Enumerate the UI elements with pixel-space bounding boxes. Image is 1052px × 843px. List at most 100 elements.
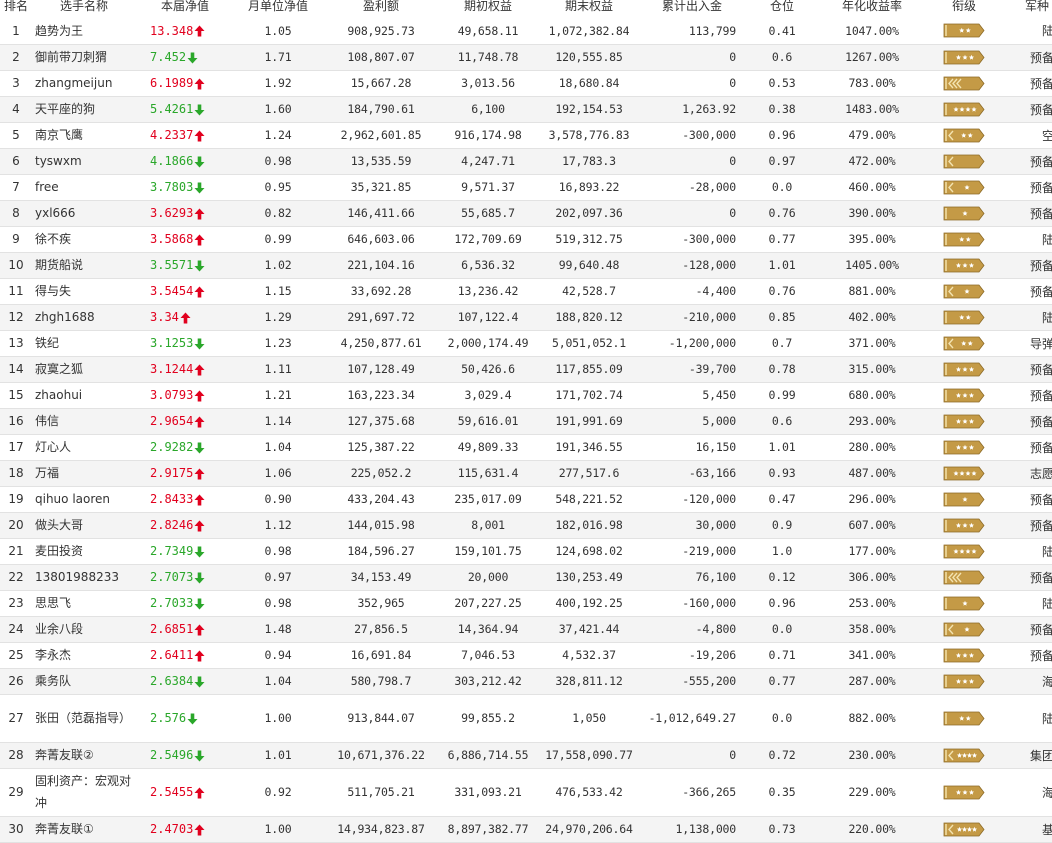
player-name[interactable]: 13801988233	[35, 570, 119, 584]
rank-cell: 2	[0, 44, 32, 71]
player-name[interactable]: 奔菁友联①	[35, 822, 94, 836]
table-row[interactable]: 19 qihuo laoren 2.8433 0.90 433,204.43 235,01…	[0, 486, 1052, 513]
table-row[interactable]: 9 徐不疾 3.5868 0.99 646,603.06 172,709.69 519,31…	[0, 226, 1052, 253]
table-row[interactable]: 25 李永杰 2.6411 0.94 16,691.84 7,046.53 4,532.37…	[0, 642, 1052, 669]
player-name[interactable]: 乘务队	[35, 674, 71, 688]
table-row[interactable]: 24 业余八段 2.6851 1.48 27,856.5 14,364.94 37,421.…	[0, 616, 1052, 643]
table-row[interactable]: 28 奔菁友联② 2.5496 1.01 10,671,376.22 6,886,714.…	[0, 742, 1052, 769]
rank-cell: 17	[0, 434, 32, 461]
end-equity-cell: 188,820.12	[536, 304, 642, 331]
rank-insignia-icon	[943, 466, 985, 480]
player-name[interactable]: 李永杰	[35, 648, 71, 662]
table-row[interactable]: 12 zhgh1688 3.34 1.29 291,697.72 107,122.4 188…	[0, 304, 1052, 331]
player-name[interactable]: 做头大哥	[35, 518, 83, 532]
player-name[interactable]: tyswxm	[35, 154, 82, 168]
table-row[interactable]: 15 zhaohui 3.0793 1.21 163,223.34 3,029.4 171,…	[0, 382, 1052, 409]
table-row[interactable]: 4 天平座的狗 5.4261 1.60 184,790.61 6,100 192,154.5…	[0, 96, 1052, 123]
table-row[interactable]: 22 13801988233 2.7073 0.97 34,153.49 20,000 13…	[0, 564, 1052, 591]
table-row[interactable]: 20 做头大哥 2.8246 1.12 144,015.98 8,001 182,016.9…	[0, 512, 1052, 539]
table-row[interactable]: 11 得与失 3.5454 1.15 33,692.28 13,236.42 42,528.…	[0, 278, 1052, 305]
table-row[interactable]: 7 free 3.7803 0.95 35,321.85 9,571.37 16,893.2…	[0, 174, 1052, 201]
rank-badge-cell	[922, 538, 1006, 565]
profit-cell: 27,856.5	[322, 616, 440, 643]
cash-flow-cell: -4,800	[642, 616, 742, 643]
player-name-cell: 业余八段	[32, 616, 136, 643]
header-rank[interactable]: 排名	[0, 0, 32, 18]
arrow-up-icon	[194, 25, 205, 37]
table-row[interactable]: 13 铁纪 3.1253 1.23 4,250,877.61 2,000,174.49 5,…	[0, 330, 1052, 357]
player-name[interactable]: 南京飞鹰	[35, 128, 83, 142]
player-name[interactable]: 伟信	[35, 414, 59, 428]
table-row[interactable]: 16 伟信 2.9654 1.14 127,375.68 59,616.01 191,991…	[0, 408, 1052, 435]
table-row[interactable]: 29 固利资产：宏观对冲 2.5455 0.92 511,705.21 331,093.2…	[0, 768, 1052, 817]
table-row[interactable]: 2 御前带刀刺猬 7.452 1.71 108,807.07 11,748.78 120,5…	[0, 44, 1052, 71]
player-name-cell: 思思飞	[32, 590, 136, 617]
player-name[interactable]: 寂寞之狐	[35, 362, 83, 376]
position-cell: 0.72	[742, 742, 822, 769]
player-name[interactable]: qihuo laoren	[35, 492, 110, 506]
player-name[interactable]: 御前带刀刺猬	[35, 50, 107, 64]
player-name[interactable]: 得与失	[35, 284, 71, 298]
player-name[interactable]: 铁纪	[35, 336, 59, 350]
player-name[interactable]: zhangmeijun	[35, 76, 112, 90]
start-equity-cell: 6,886,714.55	[440, 742, 536, 769]
player-name[interactable]: 徐不疾	[35, 232, 71, 246]
cash-flow-cell: 0	[642, 44, 742, 71]
arrow-up-icon	[194, 286, 205, 297]
start-equity-cell: 49,658.11	[440, 18, 536, 45]
table-row[interactable]: 1 趋势为王 13.348 1.05 908,925.73 49,658.11 1,072,…	[0, 18, 1052, 45]
net-value: 2.5455	[150, 785, 194, 799]
player-name[interactable]: 趋势为王	[35, 24, 83, 38]
table-row[interactable]: 30 奔菁友联① 2.4703 1.00 14,934,823.87 8,897,382.…	[0, 816, 1052, 843]
rank-insignia-icon	[943, 258, 985, 272]
cash-flow-cell: 5,450	[642, 382, 742, 409]
table-row[interactable]: 14 寂寞之狐 3.1244 1.11 107,128.49 50,426.6 117,85…	[0, 356, 1052, 383]
header-position[interactable]: 仓位	[742, 0, 822, 18]
header-end-equity[interactable]: 期末权益	[536, 0, 642, 18]
table-row[interactable]: 17 灯心人 2.9282 1.04 125,387.22 49,809.33 191,34…	[0, 434, 1052, 461]
net-value: 3.5868	[150, 232, 194, 246]
net-value: 2.8246	[150, 518, 194, 532]
table-row[interactable]: 26 乘务队 2.6384 1.04 580,798.7 303,212.42 328,81…	[0, 668, 1052, 695]
player-name[interactable]: 期货船说	[35, 258, 83, 272]
player-name[interactable]: 固利资产：宏观对冲	[35, 774, 131, 810]
annual-return-cell: 287.00%	[822, 668, 922, 695]
table-row[interactable]: 21 麦田投资 2.7349 0.98 184,596.27 159,101.75 124,…	[0, 538, 1052, 565]
rank-insignia-icon	[943, 388, 985, 402]
table-row[interactable]: 8 yxl666 3.6293 0.82 146,411.66 55,685.7 202,0…	[0, 200, 1052, 227]
player-name[interactable]: 业余八段	[35, 622, 83, 636]
player-name-cell: 铁纪	[32, 330, 136, 357]
player-name[interactable]: 思思飞	[35, 596, 71, 610]
table-row[interactable]: 10 期货船说 3.5571 1.02 221,104.16 6,536.32 99,640…	[0, 252, 1052, 279]
header-annual-return[interactable]: 年化收益率	[822, 0, 922, 18]
player-name[interactable]: 万福	[35, 466, 59, 480]
header-monthly-net[interactable]: 月单位净值	[234, 0, 322, 18]
table-row[interactable]: 27 张田（范磊指导） 2.576 1.00 913,844.07 99,855.2 1,0…	[0, 694, 1052, 743]
player-name[interactable]: 张田（范磊指导）	[35, 711, 131, 725]
profit-cell: 127,375.68	[322, 408, 440, 435]
player-name[interactable]: 麦田投资	[35, 544, 83, 558]
player-name[interactable]: 灯心人	[35, 440, 71, 454]
table-row[interactable]: 23 思思飞 2.7033 0.98 352,965 207,227.25 400,192.…	[0, 590, 1052, 617]
header-start-equity[interactable]: 期初权益	[440, 0, 536, 18]
monthly-net-cell: 1.21	[234, 382, 322, 409]
table-row[interactable]: 3 zhangmeijun 6.1989 1.92 15,667.28 3,013.56 1…	[0, 70, 1052, 97]
cash-flow-cell: -63,166	[642, 460, 742, 487]
header-cash-flow[interactable]: 累计出入金	[642, 0, 742, 18]
header-name[interactable]: 选手名称	[32, 0, 136, 18]
player-name[interactable]: zhaohui	[35, 388, 82, 402]
player-name[interactable]: yxl666	[35, 206, 75, 220]
end-equity-cell: 191,991.69	[536, 408, 642, 435]
player-name[interactable]: 天平座的狗	[35, 102, 95, 116]
profit-cell: 15,667.28	[322, 70, 440, 97]
header-net-value[interactable]: 本届净值	[136, 0, 234, 18]
header-profit[interactable]: 盈利额	[322, 0, 440, 18]
table-row[interactable]: 5 南京飞鹰 4.2337 1.24 2,962,601.85 916,174.98 3,5…	[0, 122, 1052, 149]
start-equity-cell: 14,364.94	[440, 616, 536, 643]
player-name-cell: yxl666	[32, 200, 136, 227]
player-name[interactable]: zhgh1688	[35, 310, 95, 324]
table-row[interactable]: 18 万福 2.9175 1.06 225,052.2 115,631.4 277,517.…	[0, 460, 1052, 487]
player-name[interactable]: free	[35, 180, 59, 194]
player-name[interactable]: 奔菁友联②	[35, 748, 94, 762]
table-row[interactable]: 6 tyswxm 4.1866 0.98 13,535.59 4,247.71 17,783…	[0, 148, 1052, 175]
